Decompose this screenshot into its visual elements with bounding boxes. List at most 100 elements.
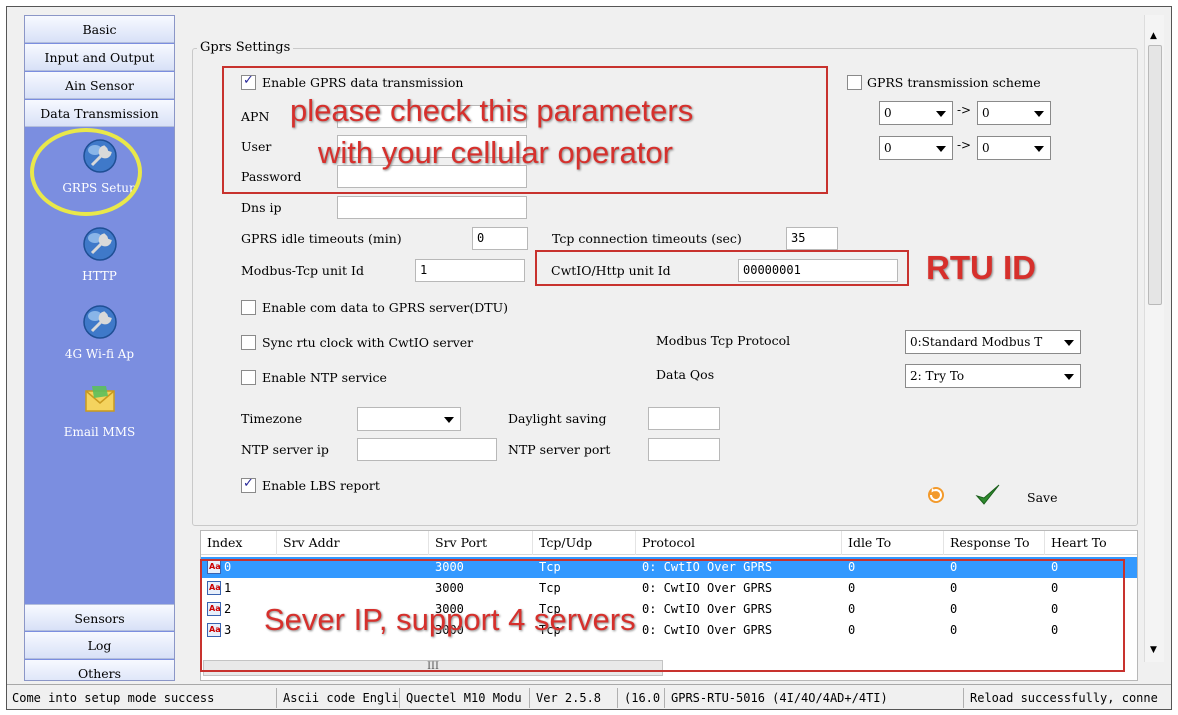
- modbus-protocol-select[interactable]: 0:Standard Modbus T: [905, 330, 1081, 354]
- ntp-ip-field[interactable]: [357, 438, 497, 461]
- status-bar: Come into setup mode success Ascii code …: [7, 684, 1171, 709]
- lbs-checkbox[interactable]: [241, 476, 256, 493]
- user-field[interactable]: [337, 135, 527, 158]
- category-input-output[interactable]: Input and Output: [25, 44, 174, 71]
- cell-idle: 0: [848, 581, 856, 595]
- table-row[interactable]: Aa 0 3000 Tcp 0: CwtIO Over GPRS 0 0 0: [201, 557, 1137, 578]
- table-hscroll[interactable]: III: [203, 660, 663, 676]
- table-row[interactable]: Aa 3 3000 Tcp 0: CwtIO Over GPRS 0 0 0: [201, 620, 1137, 641]
- cell-heart: 0: [1051, 581, 1059, 595]
- scheme-from-select-1[interactable]: 0: [879, 101, 953, 125]
- ntp-ip-label: NTP server ip: [241, 442, 329, 457]
- nav-4g-wifi-label: 4G Wi-fi Ap: [64, 347, 135, 361]
- scroll-up-icon[interactable]: ▲: [1150, 31, 1157, 41]
- cwt-unit-field[interactable]: 00000001: [738, 259, 898, 282]
- table-row[interactable]: Aa 2 3000 Tcp 0: CwtIO Over GPRS 0 0 0: [201, 599, 1137, 620]
- status-version: Ver 2.5.8: [533, 688, 618, 708]
- enable-gprs-label: Enable GPRS data transmission: [262, 75, 464, 90]
- sync-clock-label: Sync rtu clock with CwtIO server: [262, 335, 474, 350]
- scroll-thumb[interactable]: [1148, 45, 1162, 305]
- idle-timeout-field[interactable]: 0: [472, 227, 528, 250]
- ntp-port-field[interactable]: [648, 438, 720, 461]
- col-protocol[interactable]: Protocol: [636, 531, 842, 555]
- apn-field[interactable]: [337, 105, 527, 128]
- sync-clock-checkbox[interactable]: [241, 335, 256, 350]
- category-data-transmission[interactable]: Data Transmission: [25, 100, 174, 127]
- enable-com-label: Enable com data to GPRS server(DTU): [262, 300, 508, 315]
- password-field[interactable]: [337, 165, 527, 188]
- col-srv-addr[interactable]: Srv Addr: [277, 531, 429, 555]
- col-response-to[interactable]: Response To: [944, 531, 1045, 555]
- nav-gprs-setup[interactable]: GRPS Setup: [25, 138, 174, 195]
- cell-protocol: 0: CwtIO Over GPRS: [642, 602, 773, 616]
- enable-ntp-checkbox[interactable]: [241, 370, 256, 385]
- cell-idle: 0: [848, 560, 856, 574]
- nav-http-label: HTTP: [82, 269, 117, 283]
- scroll-down-icon[interactable]: ▼: [1150, 645, 1157, 655]
- modbus-protocol-label: Modbus Tcp Protocol: [656, 333, 791, 348]
- save-button[interactable]: Save: [1027, 490, 1057, 505]
- scheme-arrow-2: ->: [957, 138, 972, 152]
- wrench-globe-icon: [82, 305, 117, 339]
- reload-icon[interactable]: [926, 485, 946, 505]
- sidebar: Basic Input and Output Ain Sensor Data T…: [24, 15, 175, 681]
- cell-port: 3000: [435, 623, 464, 637]
- app-window: Basic Input and Output Ain Sensor Data T…: [6, 6, 1172, 710]
- cell-index: 2: [224, 602, 232, 616]
- apn-label: APN: [241, 109, 270, 124]
- dns-label: Dns ip: [241, 200, 282, 215]
- col-srv-port[interactable]: Srv Port: [429, 531, 533, 555]
- daylight-label: Daylight saving: [508, 411, 607, 426]
- status-message: Come into setup mode success: [9, 688, 277, 708]
- daylight-field[interactable]: [648, 407, 720, 430]
- table-header: Index Srv Addr Srv Port Tcp/Udp Protocol…: [201, 531, 1137, 555]
- dns-field[interactable]: [337, 196, 527, 219]
- timezone-select[interactable]: [357, 407, 461, 431]
- table-row[interactable]: Aa 1 3000 Tcp 0: CwtIO Over GPRS 0 0 0: [201, 578, 1137, 599]
- category-log[interactable]: Log: [25, 632, 174, 659]
- category-others[interactable]: Others: [25, 660, 174, 680]
- modbus-unit-label: Modbus-Tcp unit Id: [241, 263, 364, 278]
- scheme-to-select-2[interactable]: 0: [977, 136, 1051, 160]
- status-reload: Reload successfully, conne: [970, 691, 1158, 705]
- category-sensors[interactable]: Sensors: [25, 604, 174, 631]
- cell-proto: Tcp: [539, 602, 561, 616]
- data-qos-select[interactable]: 2: Try To: [905, 364, 1081, 388]
- status-module: Quectel M10 Modu: [403, 688, 530, 708]
- col-tcp-udp[interactable]: Tcp/Udp: [533, 531, 636, 555]
- modbus-unit-field[interactable]: 1: [415, 259, 525, 282]
- server-table: Index Srv Addr Srv Port Tcp/Udp Protocol…: [200, 530, 1138, 681]
- nav-http[interactable]: HTTP: [25, 226, 174, 283]
- tcp-timeout-label: Tcp connection timeouts (sec): [552, 231, 742, 246]
- checkmark-icon[interactable]: [975, 483, 1001, 507]
- cell-protocol: 0: CwtIO Over GPRS: [642, 623, 773, 637]
- col-index[interactable]: Index: [201, 531, 277, 555]
- col-idle-to[interactable]: Idle To: [842, 531, 944, 555]
- cell-resp: 0: [950, 602, 958, 616]
- text-field-icon: Aa: [207, 602, 221, 616]
- tcp-timeout-field[interactable]: 35: [786, 227, 838, 250]
- scheme-to-select-1[interactable]: 0: [977, 101, 1051, 125]
- password-label: Password: [241, 169, 302, 184]
- envelope-icon: [84, 386, 115, 412]
- nav-4g-wifi-ap[interactable]: 4G Wi-fi Ap: [25, 304, 174, 361]
- col-heart-to[interactable]: Heart To: [1045, 531, 1139, 555]
- cell-port: 3000: [435, 560, 464, 574]
- enable-gprs-checkbox[interactable]: [241, 73, 256, 90]
- cell-heart: 0: [1051, 560, 1059, 574]
- scheme-label: GPRS transmission scheme: [867, 75, 1041, 90]
- enable-com-checkbox[interactable]: [241, 300, 256, 315]
- category-basic[interactable]: Basic: [25, 16, 174, 43]
- status-encoding: Ascii code Engli: [280, 688, 400, 708]
- wrench-globe-icon: [82, 139, 117, 173]
- scheme-checkbox[interactable]: [847, 75, 862, 90]
- scheme-from-select-2[interactable]: 0: [879, 136, 953, 160]
- cell-proto: Tcp: [539, 560, 561, 574]
- category-ain-sensor[interactable]: Ain Sensor: [25, 72, 174, 99]
- status-size: (16.0: [621, 688, 665, 708]
- idle-timeout-label: GPRS idle timeouts (min): [241, 231, 402, 246]
- nav-email-mms[interactable]: Email MMS: [25, 382, 174, 439]
- user-label: User: [241, 139, 272, 154]
- main-vscroll[interactable]: ▲ ▼: [1144, 15, 1164, 662]
- timezone-label: Timezone: [241, 411, 303, 426]
